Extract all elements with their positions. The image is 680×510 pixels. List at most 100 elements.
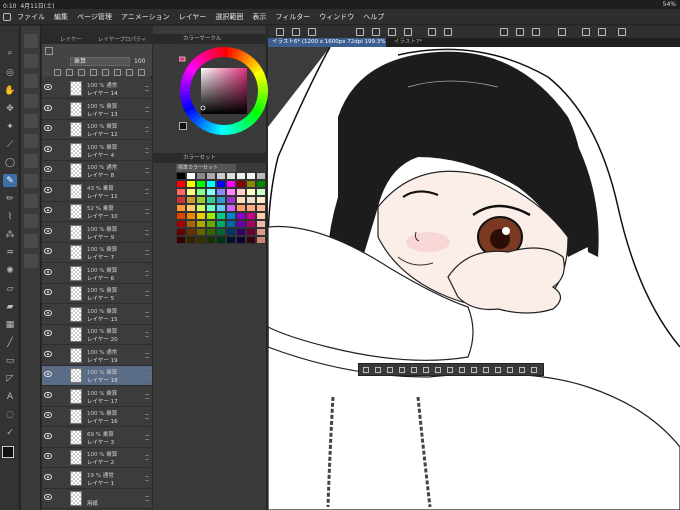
drag-handle-icon[interactable] — [145, 373, 149, 378]
launcher-icon[interactable] — [399, 367, 405, 373]
eye-icon[interactable] — [44, 330, 52, 336]
layer-row[interactable]: 100 % 乗算 レイヤー 12 — [42, 120, 152, 140]
color-swatch[interactable] — [176, 228, 186, 236]
merge-icon[interactable] — [102, 69, 109, 76]
color-swatch[interactable] — [206, 220, 216, 228]
color-swatch[interactable] — [216, 180, 226, 188]
balloon-icon[interactable]: ◌ — [3, 408, 17, 421]
drag-handle-icon[interactable] — [145, 147, 149, 153]
new-folder-icon[interactable] — [78, 69, 85, 76]
eye-icon[interactable] — [44, 350, 52, 357]
layer-row[interactable]: 100 % 乗算 レイヤー 5 — [42, 284, 152, 304]
snap-icon[interactable] — [444, 28, 452, 36]
color-swatch[interactable] — [206, 188, 216, 196]
subtool-item[interactable] — [24, 54, 38, 68]
layer-row[interactable]: 用紙 — [42, 489, 152, 509]
launcher-icon[interactable] — [483, 367, 489, 373]
zoom-tool-icon[interactable]: ◎ — [3, 66, 17, 79]
main-color-swatch[interactable] — [2, 446, 14, 458]
blend-icon[interactable]: ♒ — [3, 246, 17, 259]
menu-view[interactable]: 表示 — [252, 12, 266, 22]
color-swatch[interactable] — [256, 204, 266, 212]
color-swatch[interactable] — [196, 212, 206, 220]
color-swatch[interactable] — [216, 236, 226, 244]
color-swatch[interactable] — [236, 196, 246, 204]
new-layer-icon[interactable] — [54, 69, 61, 76]
eye-icon[interactable] — [44, 104, 52, 111]
drag-handle-icon[interactable] — [145, 414, 149, 419]
layer-row[interactable]: 100 % 乗算 レイヤー 20 — [42, 325, 152, 345]
eye-icon[interactable] — [44, 248, 52, 254]
launcher-icon[interactable] — [363, 367, 369, 373]
color-swatch[interactable] — [186, 196, 196, 204]
subtool-item[interactable] — [24, 214, 38, 228]
color-swatch[interactable] — [206, 228, 216, 236]
eye-icon[interactable] — [44, 145, 52, 152]
drag-handle-icon[interactable] — [145, 106, 149, 112]
eye-icon[interactable] — [44, 207, 52, 213]
color-swatch[interactable] — [186, 212, 196, 220]
curve-icon[interactable] — [598, 28, 606, 36]
drag-handle-icon[interactable] — [145, 229, 149, 235]
eye-icon[interactable] — [44, 289, 52, 295]
menu-filter[interactable]: フィルター — [275, 12, 310, 22]
blend-mode-select[interactable]: 乗算 — [70, 57, 130, 66]
layer-row[interactable]: 100 % 乗算 レイヤー 16 — [42, 407, 152, 427]
launcher-icon[interactable] — [423, 367, 429, 373]
menu-page[interactable]: ページ管理 — [77, 12, 112, 22]
save-icon[interactable] — [356, 28, 364, 36]
tab-layer-property[interactable]: レイヤープロパティ — [98, 35, 147, 43]
layer-row[interactable]: 43 % 乗算 レイヤー 11 — [42, 181, 152, 202]
color-swatch[interactable] — [206, 172, 216, 180]
decoration-icon[interactable]: ✺ — [3, 264, 17, 277]
drag-handle-icon[interactable] — [145, 496, 149, 501]
eye-icon[interactable] — [44, 473, 52, 480]
layer-row[interactable]: 100 % 乗算 レイヤー 13 — [42, 99, 152, 120]
color-swatch[interactable] — [236, 188, 246, 196]
color-swatch[interactable] — [216, 172, 226, 180]
doc-tab-active[interactable]: イラスト6* (1200 x 1600px 72dpi 199.3%) — [268, 38, 386, 47]
drag-handle-icon[interactable] — [145, 475, 149, 481]
subtool-item[interactable] — [24, 154, 38, 168]
launcher-icon[interactable] — [507, 367, 513, 373]
drag-handle-icon[interactable] — [145, 209, 149, 214]
menu-help[interactable]: ヘルプ — [363, 12, 384, 22]
eye-icon[interactable] — [44, 309, 52, 316]
lock-icon[interactable] — [45, 47, 53, 55]
color-swatch[interactable] — [246, 212, 256, 220]
layer-row[interactable]: 69 % 乗算 レイヤー 3 — [42, 427, 152, 448]
subtool-item[interactable] — [24, 74, 38, 88]
color-swatch[interactable] — [226, 212, 236, 220]
menu-icon[interactable] — [276, 28, 284, 36]
color-swatch[interactable] — [196, 196, 206, 204]
color-swatch[interactable] — [246, 172, 256, 180]
zoom-icon[interactable]: ⌕ — [3, 46, 17, 59]
color-swatch[interactable] — [246, 196, 256, 204]
layer-row[interactable]: 100 % 乗算 レイヤー 2 — [42, 448, 152, 468]
app-icon[interactable] — [3, 12, 11, 21]
eye-icon[interactable] — [44, 371, 52, 377]
clear-icon[interactable] — [516, 28, 524, 36]
color-swatch[interactable] — [256, 180, 266, 188]
color-wheel[interactable] — [178, 46, 269, 136]
wand-icon[interactable]: ✦ — [3, 120, 17, 133]
menu-window[interactable]: ウィンドウ — [319, 12, 354, 22]
layer-row[interactable]: 100 % 乗算 レイヤー 18 — [42, 366, 152, 386]
color-swatch[interactable] — [186, 172, 196, 180]
color-swatch[interactable] — [216, 228, 226, 236]
color-swatch[interactable] — [246, 220, 256, 228]
layer-row[interactable]: 100 % 乗算 レイヤー 17 — [42, 386, 152, 407]
color-swatch[interactable] — [176, 188, 186, 196]
ruler-icon[interactable]: ◸ — [3, 372, 17, 385]
launcher-icon[interactable] — [387, 367, 393, 373]
opacity-value[interactable]: 100 — [134, 57, 150, 66]
fit-icon[interactable] — [428, 28, 436, 36]
drag-handle-icon[interactable] — [145, 127, 149, 132]
color-swatch[interactable] — [216, 188, 226, 196]
menu-animation[interactable]: アニメーション — [121, 12, 170, 22]
eye-icon[interactable] — [44, 125, 52, 131]
layer-row[interactable]: 19 % 通常 レイヤー 1 — [42, 468, 152, 489]
color-swatch[interactable] — [186, 188, 196, 196]
pencil-icon[interactable]: ✏ — [3, 192, 17, 205]
color-swatch[interactable] — [206, 236, 216, 244]
